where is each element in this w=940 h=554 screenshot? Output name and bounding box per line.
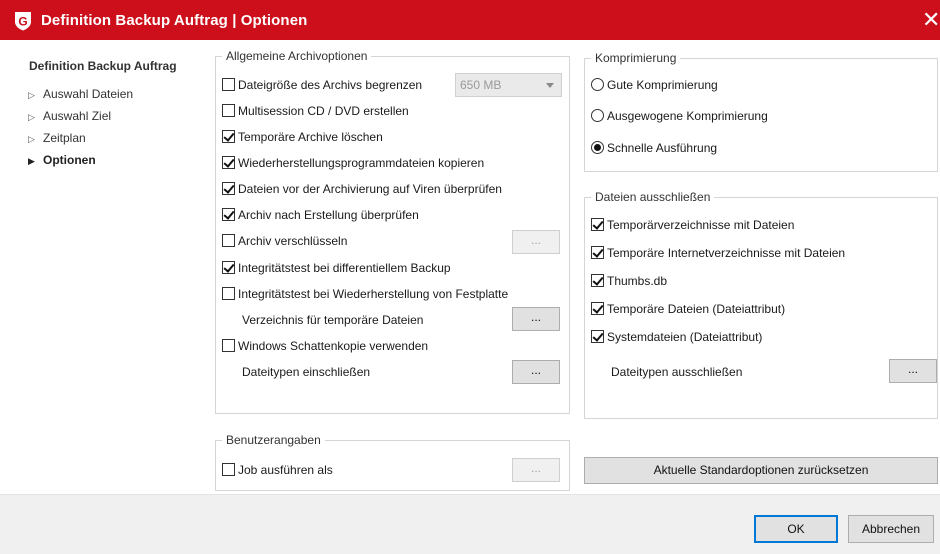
exclude-temp-dirs-checkbox[interactable]: Temporärverzeichnisse mit Dateien bbox=[591, 216, 794, 234]
gdata-logo-icon: G bbox=[15, 12, 31, 31]
run-as-settings-button[interactable]: ... bbox=[512, 458, 560, 482]
sidebar: Definition Backup Auftrag ▷ Auswahl Datei… bbox=[0, 40, 205, 494]
checkbox-box[interactable] bbox=[222, 78, 235, 91]
sidebar-item-auswahl-ziel[interactable]: ▷ Auswahl Ziel bbox=[28, 107, 111, 125]
group-title: Allgemeine Archivoptionen bbox=[222, 49, 372, 63]
verify-archive-checkbox[interactable]: Archiv nach Erstellung überprüfen bbox=[222, 206, 419, 224]
chevron-down-icon bbox=[546, 83, 554, 88]
checkbox-box[interactable] bbox=[591, 330, 604, 343]
group-title: Komprimierung bbox=[591, 51, 681, 65]
checkbox-box[interactable] bbox=[222, 287, 235, 300]
radio-fast-execution[interactable]: Schnelle Ausführung bbox=[591, 139, 717, 157]
checkbox-box[interactable] bbox=[222, 463, 235, 476]
dialog-footer: OK Abbrechen bbox=[0, 494, 940, 554]
checkbox-box[interactable] bbox=[222, 156, 235, 169]
sidebar-item-auswahl-dateien[interactable]: ▷ Auswahl Dateien bbox=[28, 85, 133, 103]
triangle-right-icon: ▷ bbox=[28, 112, 35, 122]
sidebar-heading: Definition Backup Auftrag bbox=[29, 59, 177, 73]
sidebar-item-optionen[interactable]: ▶ Optionen bbox=[28, 151, 96, 169]
virus-check-checkbox[interactable]: Dateien vor der Archivierung auf Viren ü… bbox=[222, 180, 502, 198]
integrity-restore-checkbox[interactable]: Integritätstest bei Wiederherstellung vo… bbox=[222, 285, 508, 303]
sidebar-item-label: Zeitplan bbox=[43, 131, 86, 145]
exclude-thumbs-checkbox[interactable]: Thumbs.db bbox=[591, 272, 667, 290]
title-bar: G Definition Backup Auftrag | Optionen ✕ bbox=[0, 0, 940, 40]
window-title: Definition Backup Auftrag | Optionen bbox=[41, 12, 308, 29]
encrypt-archive-checkbox[interactable]: Archiv verschlüsseln bbox=[222, 232, 347, 250]
cancel-button[interactable]: Abbrechen bbox=[848, 515, 934, 543]
sidebar-item-zeitplan[interactable]: ▷ Zeitplan bbox=[28, 129, 86, 147]
triangle-right-icon: ▷ bbox=[28, 90, 35, 100]
checkbox-box[interactable] bbox=[222, 339, 235, 352]
reset-defaults-button[interactable]: Aktuelle Standardoptionen zurücksetzen bbox=[584, 457, 938, 484]
radio-circle[interactable] bbox=[591, 141, 604, 154]
group-title: Dateien ausschließen bbox=[591, 190, 715, 204]
radio-good-compression[interactable]: Gute Komprimierung bbox=[591, 76, 718, 94]
size-limit-checkbox[interactable]: Dateigröße des Archivs begrenzen bbox=[222, 76, 422, 94]
checkbox-box[interactable] bbox=[591, 218, 604, 231]
checkbox-box[interactable] bbox=[591, 274, 604, 287]
exclude-internet-dirs-checkbox[interactable]: Temporäre Internetverzeichnisse mit Date… bbox=[591, 244, 845, 262]
exclude-types-label: Dateitypen ausschließen bbox=[611, 365, 743, 379]
delete-temp-checkbox[interactable]: Temporäre Archive löschen bbox=[222, 128, 383, 146]
checkbox-box[interactable] bbox=[222, 182, 235, 195]
checkbox-box[interactable] bbox=[222, 208, 235, 221]
checkbox-box[interactable] bbox=[222, 234, 235, 247]
group-title: Benutzerangaben bbox=[222, 433, 325, 447]
exclude-temp-files-checkbox[interactable]: Temporäre Dateien (Dateiattribut) bbox=[591, 300, 785, 318]
ok-button[interactable]: OK bbox=[754, 515, 838, 543]
select-value: 650 MB bbox=[460, 78, 502, 92]
exclude-system-files-checkbox[interactable]: Systemdateien (Dateiattribut) bbox=[591, 328, 762, 346]
svg-text:G: G bbox=[18, 15, 27, 29]
exclude-types-button[interactable]: ... bbox=[889, 359, 937, 383]
integrity-diff-checkbox[interactable]: Integritätstest bei differentiellem Back… bbox=[222, 259, 451, 277]
checkbox-box[interactable] bbox=[591, 246, 604, 259]
temp-dir-label: Verzeichnis für temporäre Dateien bbox=[242, 313, 424, 327]
sidebar-item-label: Optionen bbox=[43, 153, 96, 167]
include-types-label: Dateitypen einschließen bbox=[242, 365, 371, 379]
include-types-button[interactable]: ... bbox=[512, 360, 560, 384]
checkbox-box[interactable] bbox=[222, 130, 235, 143]
archive-size-select[interactable]: 650 MB bbox=[455, 73, 562, 97]
checkbox-box[interactable] bbox=[222, 261, 235, 274]
close-icon[interactable]: ✕ bbox=[922, 7, 940, 33]
multisession-checkbox[interactable]: Multisession CD / DVD erstellen bbox=[222, 102, 409, 120]
radio-circle[interactable] bbox=[591, 78, 604, 91]
run-as-checkbox[interactable]: Job ausführen als bbox=[222, 461, 333, 479]
shadow-copy-checkbox[interactable]: Windows Schattenkopie verwenden bbox=[222, 337, 428, 355]
copy-restore-files-checkbox[interactable]: Wiederherstellungsprogrammdateien kopier… bbox=[222, 154, 484, 172]
radio-balanced-compression[interactable]: Ausgewogene Komprimierung bbox=[591, 107, 768, 125]
triangle-right-icon: ▷ bbox=[28, 134, 35, 144]
checkbox-box[interactable] bbox=[222, 104, 235, 117]
triangle-right-filled-icon: ▶ bbox=[28, 156, 35, 166]
checkbox-box[interactable] bbox=[591, 302, 604, 315]
temp-dir-browse-button[interactable]: ... bbox=[512, 307, 560, 331]
radio-circle[interactable] bbox=[591, 109, 604, 122]
sidebar-item-label: Auswahl Dateien bbox=[43, 87, 134, 101]
sidebar-item-label: Auswahl Ziel bbox=[43, 109, 112, 123]
encrypt-settings-button[interactable]: ... bbox=[512, 230, 560, 254]
